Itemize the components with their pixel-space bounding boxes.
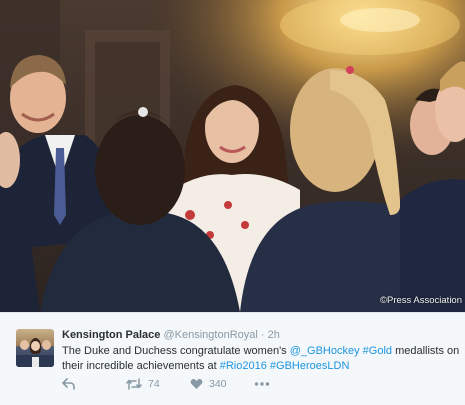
tweet-actions: 74 340 [62,377,270,391]
tweet-header: Kensington Palace @KensingtonRoyal · 2h [62,329,280,341]
hashtag-link-gold[interactable]: #Gold [363,345,392,357]
photo-credit: ©Press Association [380,295,462,306]
separator-dot: · [260,329,265,341]
heart-icon [190,379,203,389]
photo-illustration [0,0,465,312]
retweet-icon [126,378,142,390]
like-button[interactable]: 340 [190,378,254,390]
avatar-shirt [32,357,39,367]
tweet-text-part: The Duke and Duchess congratulate women'… [62,345,290,357]
author-name[interactable]: Kensington Palace [62,329,160,341]
author-handle[interactable]: @KensingtonRoyal [163,329,257,341]
mention-link[interactable]: @_GBHockey [290,345,360,357]
avatar-face [20,340,29,350]
more-icon [254,382,270,386]
author-avatar[interactable] [16,329,54,367]
avatar-face [31,341,40,351]
tweet-text: The Duke and Duchess congratulate women'… [62,344,460,373]
reply-icon [62,378,75,390]
retweet-count: 74 [148,378,160,390]
avatar-face [42,340,51,350]
hashtag-link-heroes[interactable]: #GBHeroesLDN [270,360,349,372]
reply-button[interactable] [62,378,126,390]
tweet-timestamp[interactable]: 2h [268,329,280,341]
hashtag-link-rio[interactable]: #Rio2016 [220,360,267,372]
more-button[interactable] [254,381,270,387]
like-count: 340 [209,378,227,390]
tweet-photo[interactable]: ©Press Association [0,0,465,312]
tweet-card: Kensington Palace @KensingtonRoyal · 2h … [0,312,465,405]
retweet-button[interactable]: 74 [126,378,190,390]
